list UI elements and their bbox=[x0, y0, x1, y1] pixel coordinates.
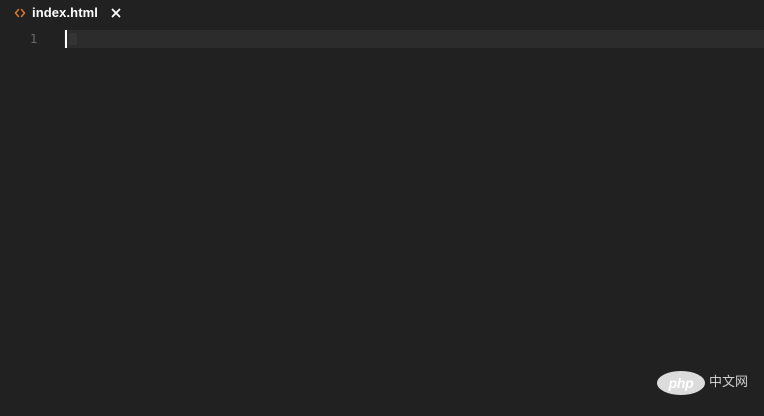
watermark-text: 中文网 bbox=[709, 375, 749, 390]
code-brackets-icon bbox=[14, 7, 26, 19]
watermark: php 中文网 bbox=[657, 371, 748, 395]
tab-label: index.html bbox=[32, 5, 99, 20]
tab-index-html[interactable]: index.html bbox=[14, 4, 122, 22]
line-number: 1 bbox=[30, 32, 38, 46]
tab-bar: index.html bbox=[0, 0, 764, 26]
watermark-badge-text: php bbox=[668, 375, 694, 391]
close-icon[interactable] bbox=[110, 7, 122, 19]
watermark-logo: php bbox=[657, 371, 705, 395]
editor-text-area[interactable] bbox=[64, 30, 764, 416]
gutter-line: 1 bbox=[0, 30, 60, 48]
code-editor: index.html 1 php 中文网 bbox=[0, 0, 764, 416]
